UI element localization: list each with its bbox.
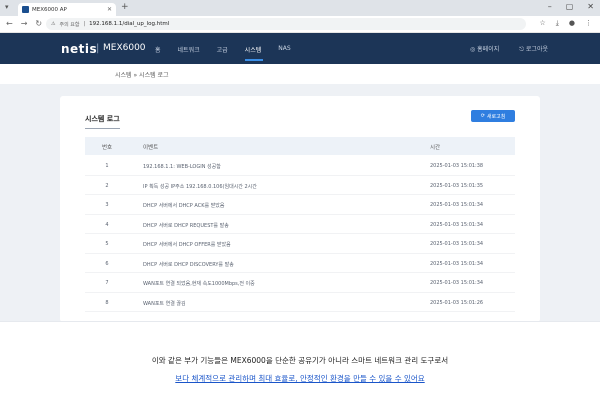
- browser-icons: ☆ ⤓ ● ⋮: [540, 19, 593, 28]
- homepage-link[interactable]: ◎ 홈페이지: [470, 44, 499, 54]
- row-no: 2: [105, 182, 109, 189]
- row-event: DHCP 서버에서 DHCP ACK를 받았음: [143, 203, 225, 209]
- close-icon[interactable]: ✕: [107, 6, 112, 13]
- menu-advanced[interactable]: 고급: [217, 45, 228, 54]
- row-time: 2025-01-03 15:01:34: [430, 260, 484, 267]
- navbar-right: ◎ 홈페이지 ⎋ 로그아웃: [470, 44, 548, 54]
- router-navbar: netis | MEX6000 홈 네트워크 고급 시스템 NAS ◎ 홈페이지…: [0, 33, 600, 64]
- model-name: MEX6000: [103, 43, 146, 53]
- url-field[interactable]: ⚠ 주의 요함 | 192.168.1.1/dial_up_log.html: [46, 18, 526, 30]
- reload-icon[interactable]: ↻: [35, 19, 42, 28]
- browser-tab-strip: ▾ MEX6000 AP ✕ + – ▢ ✕: [0, 0, 600, 16]
- row-time: 2025-01-03 15:01:35: [430, 182, 484, 189]
- table-row: 2 IP 획득 성공 IP주소 192.168.0.106(임대시간 2시간 2…: [85, 176, 515, 195]
- table-row: 5 DHCP 서버에서 DHCP OFFER를 받았음 2025-01-03 1…: [85, 234, 515, 254]
- main-menu: 홈 네트워크 고급 시스템 NAS: [155, 45, 308, 54]
- header-event: 이벤트: [143, 145, 159, 151]
- minimize-icon[interactable]: –: [548, 2, 552, 11]
- refresh-icon: ⟳: [480, 113, 485, 119]
- row-no: 5: [105, 241, 109, 247]
- header-no: 번호: [101, 145, 113, 151]
- browser-tab[interactable]: MEX6000 AP ✕: [18, 3, 116, 16]
- warning-icon: ⚠: [51, 21, 56, 27]
- caption-line-2: 보다 체계적으로 관리하며 최대 효율로, 안정적인 환경을 만들 수 있을 수…: [0, 373, 600, 384]
- row-event: WAN포트 연결 되었음,현재 속도1000Mbps,전 이중: [143, 281, 255, 287]
- tab-menu-icon[interactable]: ▾: [5, 3, 9, 11]
- row-time: 2025-01-03 15:01:34: [430, 241, 484, 247]
- refresh-button[interactable]: ⟳ 새로고침: [471, 110, 515, 122]
- row-time: 2025-01-03 15:01:34: [430, 202, 484, 208]
- menu-nas[interactable]: NAS: [278, 45, 290, 54]
- profile-icon[interactable]: ●: [569, 19, 575, 28]
- favicon-icon: [22, 6, 29, 13]
- forward-icon[interactable]: →: [21, 19, 28, 28]
- row-no: 4: [105, 221, 109, 228]
- logout-label: 로그아웃: [525, 46, 548, 53]
- logo-divider: |: [96, 43, 100, 54]
- menu-network[interactable]: 네트워크: [178, 45, 200, 54]
- row-event: IP 획득 성공 IP주소 192.168.0.106(임대시간 2시간: [143, 183, 257, 190]
- table-row: 6 DHCP 서버로 DHCP DISCOVERY를 발송 2025-01-03…: [85, 254, 515, 273]
- breadcrumb: 시스템 » 시스템 로그: [0, 64, 600, 84]
- url-text: 192.168.1.1/dial_up_log.html: [89, 21, 170, 27]
- logout-link[interactable]: ⎋ 로그아웃: [519, 44, 548, 54]
- table-header: 번호 이벤트 시간: [85, 137, 515, 155]
- download-icon[interactable]: ⤓: [556, 19, 559, 28]
- caption-link[interactable]: 보다 체계적으로 관리하며 최대 효율로, 안정적인 환경을 만들 수 있을 수…: [175, 374, 424, 383]
- tab-title: MEX6000 AP: [32, 6, 67, 13]
- menu-icon[interactable]: ⋮: [585, 19, 592, 28]
- table-row: 1 192.168.1.1: WEB-LOGIN 성공함 2025-01-03 …: [85, 156, 515, 176]
- row-event: DHCP 서버로 DHCP REQUEST를 발송: [143, 222, 229, 229]
- homepage-label: 홈페이지: [477, 46, 500, 53]
- window-controls: – ▢ ✕: [548, 2, 594, 11]
- row-time: 2025-01-03 15:01:26: [430, 299, 484, 306]
- back-icon[interactable]: ←: [6, 19, 13, 28]
- system-log-panel: 시스템 로그 ⟳ 새로고침 번호 이벤트 시간 1 192.168.1.1: W…: [60, 96, 540, 321]
- table-row: 7 WAN포트 연결 되었음,현재 속도1000Mbps,전 이중 2025-0…: [85, 273, 515, 293]
- row-time: 2025-01-03 15:01:34: [430, 280, 484, 286]
- row-event: DHCP 서버로 DHCP DISCOVERY를 발송: [143, 261, 234, 268]
- url-divider: |: [83, 21, 86, 27]
- menu-system[interactable]: 시스템: [245, 45, 262, 54]
- refresh-label: 새로고침: [486, 113, 506, 120]
- netis-logo[interactable]: netis: [61, 42, 97, 56]
- row-time: 2025-01-03 15:01:34: [430, 221, 484, 228]
- maximize-icon[interactable]: ▢: [566, 2, 574, 11]
- breadcrumb-text: 시스템 » 시스템 로그: [115, 72, 169, 79]
- row-event: DHCP 서버에서 DHCP OFFER를 받았음: [143, 242, 231, 248]
- row-event: WAN포트 연결 끊김: [143, 300, 186, 307]
- active-menu-indicator: [245, 59, 263, 61]
- star-icon[interactable]: ☆: [540, 19, 546, 28]
- address-bar: ← → ↻ ⚠ 주의 요함 | 192.168.1.1/dial_up_log.…: [0, 16, 600, 33]
- screenshot: ▾ MEX6000 AP ✕ + – ▢ ✕ ← → ↻ ⚠ 주의 요함 | 1…: [0, 0, 600, 322]
- row-event: 192.168.1.1: WEB-LOGIN 성공함: [143, 164, 221, 170]
- table-row: 8 WAN포트 연결 끊김 2025-01-03 15:01:26: [85, 293, 515, 312]
- row-no: 8: [105, 299, 109, 306]
- panel-title: 시스템 로그: [85, 114, 120, 129]
- security-label: 주의 요함: [59, 21, 80, 28]
- table-row: 4 DHCP 서버로 DHCP REQUEST를 발송 2025-01-03 1…: [85, 215, 515, 234]
- header-time: 시간: [430, 145, 441, 151]
- logout-icon: ⎋: [519, 46, 526, 53]
- new-tab-icon[interactable]: +: [121, 2, 129, 12]
- table-row: 3 DHCP 서버에서 DHCP ACK를 받았음 2025-01-03 15:…: [85, 195, 515, 215]
- row-no: 6: [105, 260, 109, 267]
- caption-line-1: 이와 같은 부가 기능들은 MEX6000을 단순한 공유기가 아니라 스마트 …: [151, 356, 449, 365]
- menu-home[interactable]: 홈: [155, 45, 161, 54]
- row-no: 3: [105, 202, 109, 208]
- close-window-icon[interactable]: ✕: [587, 2, 594, 11]
- nav-buttons: ← → ↻: [6, 19, 42, 28]
- row-no: 7: [105, 280, 109, 286]
- row-no: 1: [105, 163, 109, 169]
- row-time: 2025-01-03 15:01:38: [430, 163, 484, 169]
